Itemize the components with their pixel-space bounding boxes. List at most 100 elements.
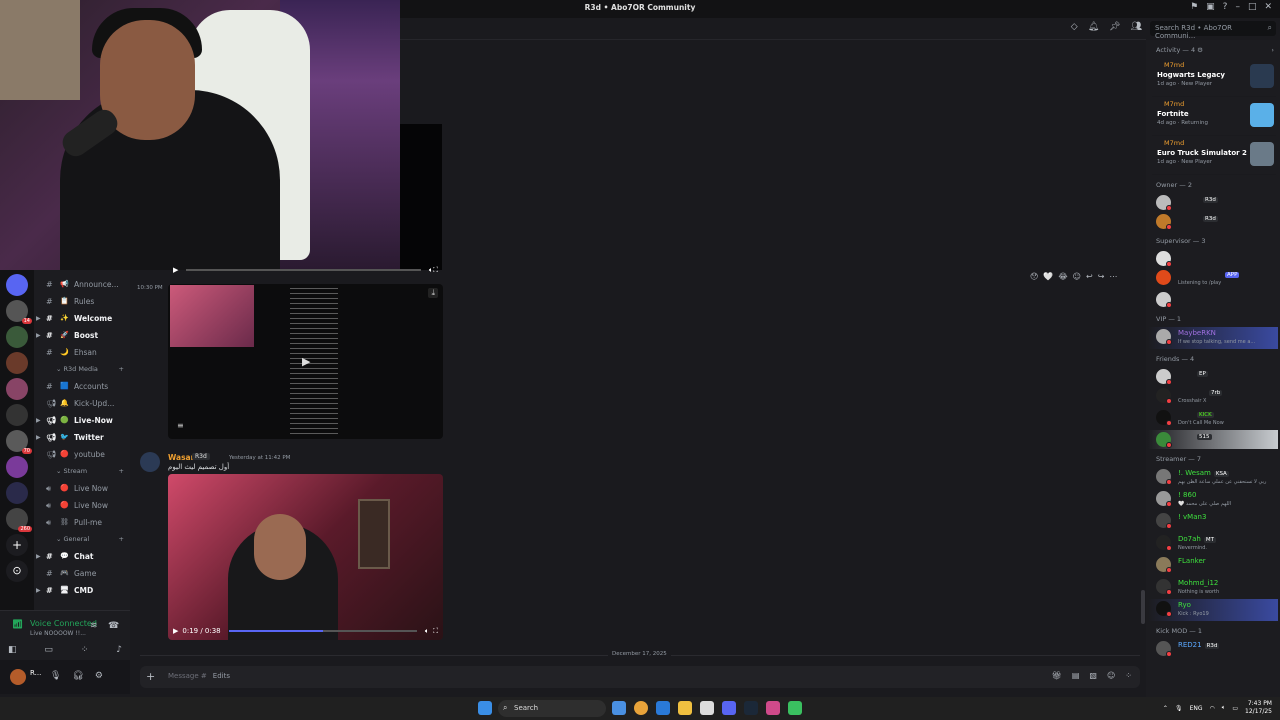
channel-item[interactable]: # 📋 Rules <box>34 293 130 310</box>
chrome-icon[interactable] <box>634 701 648 715</box>
member-item[interactable]: Do7ah MT Nevermind. <box>1148 533 1278 555</box>
fullscreen-icon[interactable]: ⛶ <box>433 266 438 275</box>
channel-item[interactable]: ▶ # 💬 Chat <box>34 548 130 565</box>
activities-icon[interactable]: ⁘ <box>81 645 89 655</box>
steam-icon[interactable] <box>744 701 758 715</box>
reaction-icon[interactable]: 😂 <box>1058 272 1067 281</box>
minimize-icon[interactable]: – <box>1235 2 1240 12</box>
sticker-icon[interactable]: ▧ <box>1089 671 1097 680</box>
video-attachment[interactable]: ▶ 0:19 / 0:38 🔈︎ ⛶ <box>168 474 443 640</box>
mic-icon[interactable]: 🎙︎ <box>1175 705 1183 712</box>
soundboard-icon[interactable]: ♪ <box>116 645 122 655</box>
message-input[interactable]: + Message # Edits 🎁︎ ▤ ▧ ☺ ⁘ <box>140 666 1140 688</box>
member-item[interactable]: ! vMan3 <box>1148 511 1278 533</box>
play-icon[interactable]: ▶ <box>173 266 178 274</box>
server-icon[interactable] <box>6 378 28 400</box>
start-icon[interactable] <box>478 701 492 715</box>
forward-icon[interactable]: ↪ <box>1098 272 1105 281</box>
headphones-icon[interactable]: 🎧︎ <box>72 671 83 681</box>
member-item[interactable]: APP Listening to /play <box>1148 268 1278 290</box>
reaction-icon[interactable]: 🤍 <box>1043 272 1053 281</box>
discord-icon[interactable] <box>722 701 736 715</box>
activity-card[interactable]: M7md Fortnite 4d ago · Returning <box>1152 97 1276 136</box>
server-icon[interactable] <box>6 326 28 348</box>
server-icon[interactable]: 70 <box>6 430 32 454</box>
add-channel-icon[interactable]: + <box>119 466 124 477</box>
add-server-icon[interactable]: + <box>6 534 28 556</box>
activity-card[interactable]: M7md Hogwarts Legacy 1d ago · New Player <box>1152 58 1276 97</box>
channel-item[interactable]: ▶ # ✨ Welcome <box>34 310 130 327</box>
channel-item[interactable]: 📢︎ 🔴 youtube <box>34 446 130 463</box>
voice-channel-item[interactable]: 🔊︎ 🔴 Live Now <box>34 497 130 514</box>
more-icon[interactable]: ⋯ <box>1109 272 1117 281</box>
screen-share-icon[interactable]: ▭ <box>44 645 53 655</box>
help-icon[interactable]: ? <box>1223 2 1228 12</box>
member-item[interactable]: Ryo Kick : Ryo19 <box>1148 599 1278 621</box>
fullscreen-icon[interactable]: ⛶ <box>433 627 438 636</box>
video-progress-top[interactable] <box>186 269 421 271</box>
threads-icon[interactable]: ◇ <box>1071 22 1078 32</box>
chevron-right-icon[interactable]: › <box>1271 44 1274 56</box>
member-item[interactable]: R3d <box>1148 212 1278 231</box>
avatar[interactable] <box>10 669 26 685</box>
channel-item[interactable]: # 🌙 Ehsan <box>34 344 130 361</box>
category-media[interactable]: ⌄ R3d Media + <box>34 361 130 378</box>
member-item[interactable]: FLanker <box>1148 555 1278 577</box>
activity-card[interactable]: M7md Euro Truck Simulator 2 1d ago · New… <box>1152 136 1276 175</box>
channel-item[interactable]: # 🟦 Accounts <box>34 378 130 395</box>
camera-icon[interactable]: ◧ <box>8 645 17 655</box>
pin-icon[interactable]: 📌︎ <box>1109 22 1120 32</box>
server-icon[interactable]: 14 <box>6 300 32 324</box>
bell-icon[interactable]: 🔔︎ <box>1088 22 1099 32</box>
language[interactable]: ENG <box>1190 705 1203 712</box>
reply-icon[interactable]: ↩ <box>1086 272 1093 281</box>
screen-icon[interactable]: ▣ <box>1206 2 1215 12</box>
server-icon[interactable] <box>6 404 28 426</box>
copilot-icon[interactable] <box>612 701 626 715</box>
volume-icon[interactable]: 🔈︎ <box>1222 704 1226 712</box>
volume-icon[interactable]: 🔈︎ <box>425 627 429 636</box>
gift-icon[interactable]: 🎁︎ <box>1052 671 1062 680</box>
reaction-icon[interactable]: 😯 <box>1030 272 1038 281</box>
voice-channel-item[interactable]: 🔊︎ ⛓ Pull-me <box>34 514 130 531</box>
server-icon[interactable] <box>6 482 28 504</box>
download-icon[interactable]: ⤓ <box>428 288 438 298</box>
members-icon[interactable]: 👥︎ <box>1131 22 1142 32</box>
image-attachment[interactable]: ▶ ⤓ ≡ <box>168 284 443 439</box>
member-item[interactable]: RED21 R3d <box>1148 639 1278 658</box>
battery-icon[interactable]: ▭ <box>1232 705 1238 712</box>
channel-item[interactable]: # 🎮 Game <box>34 565 130 582</box>
channel-item[interactable]: 📢︎ 🔔 Kick-Upd... <box>34 395 130 412</box>
apps-icon[interactable]: ⁘ <box>1125 671 1132 680</box>
channel-item[interactable]: ▶ # 🚀 Boost <box>34 327 130 344</box>
inbox-icon[interactable]: ⚑ <box>1190 2 1198 12</box>
edge-icon[interactable] <box>656 701 670 715</box>
spotify-icon[interactable] <box>788 701 802 715</box>
channel-item[interactable]: # 📢 Announce... <box>34 276 130 293</box>
disconnect-icon[interactable]: ☎︎ <box>108 621 119 631</box>
home-icon[interactable] <box>6 274 28 296</box>
member-item[interactable]: ! 860 🤍 اللهم صلي على محمد <box>1148 489 1278 511</box>
member-item[interactable]: KICK Don't Call Me Now <box>1148 408 1278 430</box>
channel-item[interactable]: ▶ 📢︎ 🐦 Twitter <box>34 429 130 446</box>
category-general[interactable]: ⌄ General + <box>34 531 130 548</box>
add-reaction-icon[interactable]: ☺ <box>1073 272 1081 281</box>
play-icon[interactable]: ▶ <box>173 627 178 635</box>
voice-channel-item[interactable]: 🔊︎ 🔴 Live Now <box>34 480 130 497</box>
attach-icon[interactable]: + <box>146 670 155 683</box>
video-progress[interactable] <box>228 630 417 632</box>
category-stream[interactable]: ⌄ Stream + <box>34 463 130 480</box>
member-item[interactable]: 515 <box>1148 430 1278 449</box>
member-item[interactable] <box>1148 249 1278 268</box>
close-icon[interactable]: ✕ <box>1264 2 1272 12</box>
gif-icon[interactable]: ▤ <box>1072 671 1080 680</box>
gear-icon[interactable]: ⚙ <box>95 671 103 681</box>
member-item[interactable]: R3d <box>1148 193 1278 212</box>
app-icon[interactable] <box>766 701 780 715</box>
search-input[interactable]: Search R3d • Abo7OR Communi... ⌕ <box>1150 21 1276 40</box>
wifi-icon[interactable]: ◠ <box>1210 705 1215 712</box>
member-item[interactable]: 7rb Crosshair X <box>1148 386 1278 408</box>
play-icon[interactable]: ▶ <box>302 355 310 368</box>
member-item[interactable]: MaybeRKN If we stop talking, send me a... <box>1148 327 1278 349</box>
taskbar-search[interactable]: ⌕ Search <box>498 700 606 717</box>
